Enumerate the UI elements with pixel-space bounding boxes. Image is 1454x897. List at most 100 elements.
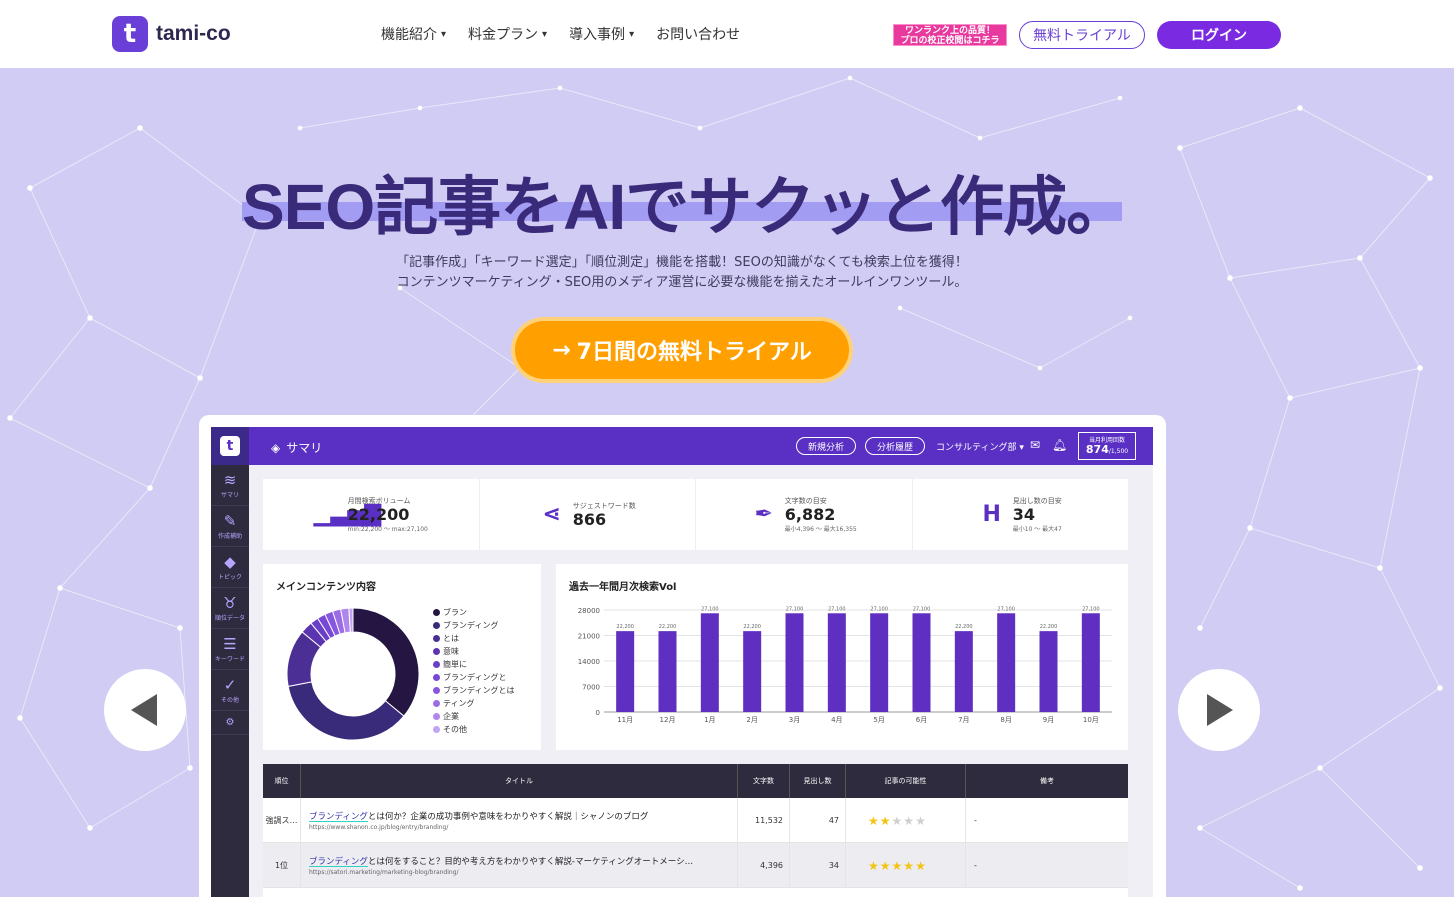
arrow-right-icon: → xyxy=(552,337,571,363)
sidebar-label: 順位データ xyxy=(214,614,245,622)
dept-select[interactable]: コンサルティング部 ▾ xyxy=(936,440,1024,453)
bell-icon[interactable]: 🔔︎ xyxy=(1052,438,1067,452)
bar-value-label: 22,200 xyxy=(659,624,677,630)
nav-features[interactable]: 機能紹介 ▾ xyxy=(381,24,446,44)
layers-icon: ◈ xyxy=(271,440,281,455)
carousel-next-button[interactable] xyxy=(1178,669,1260,751)
sidebar-item-summary[interactable]: ≋ サマリ xyxy=(211,465,249,506)
bar xyxy=(1081,613,1100,712)
sidebar-item-assist[interactable]: ✎ 作成補助 xyxy=(211,506,249,547)
cta-trial-button[interactable]: → 7日間の無料トライアル xyxy=(515,321,849,379)
star-icon: ★ xyxy=(915,813,927,828)
star-icon: ★ xyxy=(915,858,927,873)
bar-title: 過去一年間月次検索Vol xyxy=(569,582,677,593)
carousel-prev-button[interactable] xyxy=(104,669,186,751)
legend-item: ティング xyxy=(433,697,514,710)
hero-headline-wrap: SEO記事をAIでサクッと作成。 xyxy=(242,156,1130,243)
th-rank: 順位 xyxy=(263,764,301,798)
promo-banner[interactable]: ワンランク上の品質！ プロの校正校閲はコチラ xyxy=(893,24,1007,46)
logo[interactable]: t tami-co xyxy=(112,16,231,52)
row-title[interactable]: ブランディングとは何か？企業の成功事例や意味をわかりやすく解説｜シャノンのブログ xyxy=(309,810,734,822)
row-url[interactable]: https://satori.marketing/marketing-blog/… xyxy=(309,869,459,876)
sidebar-label: 作成補助 xyxy=(217,532,242,540)
bar-value-label: 27,100 xyxy=(786,606,804,612)
cell-title: ブランディングとは何か？企業の成功事例や意味をわかりやすく解説｜シャノンのブログ… xyxy=(301,798,738,843)
main-nav: 機能紹介 ▾ 料金プラン ▾ 導入事例 ▾ お問い合わせ xyxy=(381,24,740,44)
legend-item: ブランディングと xyxy=(433,671,514,684)
stat-heading-count: H 見出し数の目安 34 最小10 〜 最大47 xyxy=(913,479,1129,550)
stat-search-volume: ▁▃▅▇ 月間検索ボリューム 22,200 min:22,200 〜 max:27,… xyxy=(263,479,480,550)
bar-value-label: 22,200 xyxy=(1040,624,1058,630)
legend-label: ティング xyxy=(443,699,475,708)
row-url[interactable]: https://www.shanon.co.jp/blog/entry/bran… xyxy=(309,824,448,831)
nav-cases-label: 導入事例 xyxy=(569,27,626,43)
legend-dot xyxy=(433,713,440,720)
x-tick-label: 2月 xyxy=(746,716,757,724)
bar-card: 過去一年間月次検索Vol 0 7000 14000 21000 28000 22,200 1… xyxy=(556,564,1128,750)
nav-pricing[interactable]: 料金プラン ▾ xyxy=(468,24,547,44)
cell-note: - xyxy=(974,816,977,825)
x-tick-label: 1月 xyxy=(704,716,715,724)
table-row[interactable]: 強調ス… ブランディングとは何か？企業の成功事例や意味をわかりやすく解説｜シャノ… xyxy=(263,798,1128,843)
ab-test-icon: ✓ xyxy=(223,675,237,694)
x-tick-label: 11月 xyxy=(617,716,633,724)
stat-sub: 最小10 〜 最大47 xyxy=(1012,526,1062,533)
legend-dot xyxy=(433,700,440,707)
logo-text: tami-co xyxy=(156,22,231,45)
legend-label: ブランディングとは xyxy=(443,686,515,695)
nav-cases[interactable]: 導入事例 ▾ xyxy=(569,24,634,44)
chevron-down-icon: ▾ xyxy=(441,28,447,40)
dept-label: コンサルティング部 xyxy=(936,443,1017,453)
pen-nib-icon: ✒ xyxy=(754,502,773,527)
sidebar-item-keyword[interactable]: ☰ キーワード xyxy=(211,629,249,670)
cell-title: ブランディングとは何をすること？目的や考え方をわかりやすく解説-マーケティングオ… xyxy=(301,843,738,888)
x-tick-label: 10月 xyxy=(1083,716,1099,724)
usage-total: /1,500 xyxy=(1108,448,1129,455)
table-row[interactable]: 1位 ブランディングとは何をすること？目的や考え方をわかりやすく解説-マーケティ… xyxy=(263,843,1128,888)
x-tick-label: 12月 xyxy=(660,716,676,724)
app-topbar: t ◈ サマリ 新規分析 分析履歴 コンサルティング部 ▾ ✉ 🔔︎ 当月利用回数… xyxy=(211,427,1153,465)
layers-icon: ≋ xyxy=(223,470,237,489)
header-trial-button[interactable]: 無料トライアル xyxy=(1019,21,1145,49)
sidebar-item-topic[interactable]: ◆ トピック xyxy=(211,547,249,588)
chevron-down-icon: ▾ xyxy=(629,28,635,40)
legend-item: 企業 xyxy=(433,710,514,723)
medal-icon: ♉︎ xyxy=(223,593,237,612)
star-icon: ★ xyxy=(868,858,880,873)
sidebar-item-rank[interactable]: ♉︎ 順位データ xyxy=(211,588,249,629)
sidebar-item-other[interactable]: ✓ その他 xyxy=(211,670,249,711)
cell-headings: 34 xyxy=(790,843,846,888)
legend-dot xyxy=(433,609,440,616)
mail-icon[interactable]: ✉ xyxy=(1030,438,1040,452)
legend-item: その他 xyxy=(433,723,514,736)
legend-label: ブラン xyxy=(443,608,467,617)
legend-item: とは xyxy=(433,632,514,645)
hero-subtext-2: コンテンツマーケティング・SEO用のメディア運営に必要な機能を揃えたオールインワ… xyxy=(396,275,968,290)
star-icon: ★ xyxy=(903,813,916,828)
nav-contact[interactable]: お問い合わせ xyxy=(656,24,740,44)
legend-dot xyxy=(433,687,440,694)
hero-subtext-1: 「記事作成」「キーワード選定」「順位測定」機能を搭載！SEOの知識がなくても検索… xyxy=(396,255,968,270)
legend-label: ブランディングと xyxy=(443,673,507,682)
row-title[interactable]: ブランディングとは何をすること？目的や考え方をわかりやすく解説-マーケティングオ… xyxy=(309,855,734,867)
th-note: 備考 xyxy=(966,764,1128,798)
new-analysis-button[interactable]: 新規分析 xyxy=(796,437,856,455)
th-headings: 見出し数 xyxy=(790,764,846,798)
gear-icon: ⚙ xyxy=(225,716,235,728)
star-icon: ★ xyxy=(891,858,904,873)
y-tick-label: 14000 xyxy=(578,658,600,666)
logo-mark: t xyxy=(112,16,148,52)
sidebar-item-settings[interactable]: ⚙ xyxy=(211,711,249,735)
ranking-table: 順位 タイトル 文字数 見出し数 記事の可能性 備考 強調ス… ブランディングと… xyxy=(263,764,1128,897)
x-tick-label: 7月 xyxy=(958,716,969,724)
nav-pricing-label: 料金プラン xyxy=(468,27,539,43)
stat-value: 22,200 xyxy=(347,505,410,524)
promo-line2: プロの校正校閲はコチラ xyxy=(900,36,1000,46)
login-button[interactable]: ログイン xyxy=(1157,21,1281,49)
bar xyxy=(912,613,931,712)
sidebar-label: キーワード xyxy=(214,655,245,663)
title-keyword: ブランディング xyxy=(309,812,368,822)
nav-features-label: 機能紹介 xyxy=(381,27,437,43)
history-button[interactable]: 分析履歴 xyxy=(865,437,925,455)
bar-value-label: 27,100 xyxy=(701,606,719,612)
